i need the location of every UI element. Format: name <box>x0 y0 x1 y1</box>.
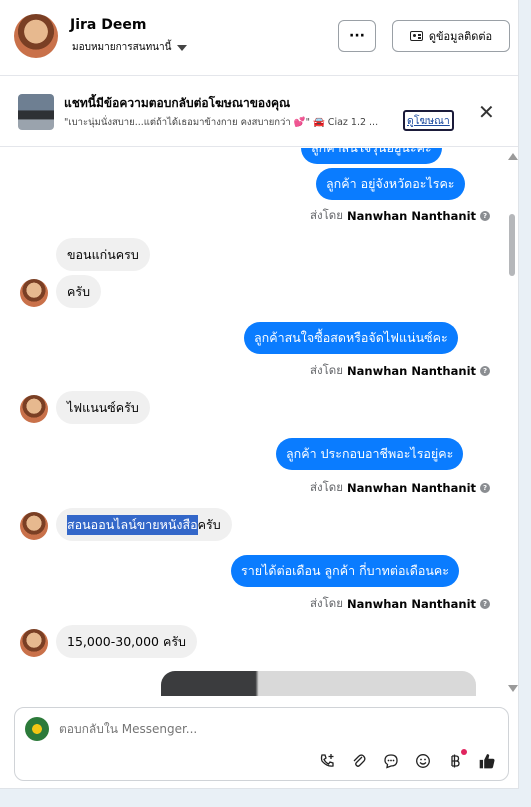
info-icon[interactable]: ? <box>480 366 491 376</box>
view-contact-info-button[interactable]: ดูข้อมูลติดต่อ <box>392 20 510 52</box>
ad-thumbnail <box>18 94 54 130</box>
sent-by-label: ส่งโดย Nanwhan Nanthanit? <box>310 362 491 380</box>
info-icon[interactable]: ? <box>480 599 491 609</box>
message-outgoing[interactable]: ลูกค้า ประกอบอาชีพอะไรอยู่คะ <box>276 438 464 470</box>
conversation-panel: Jira Deem มอบหมายการสนทนานี้ ··· ดูข้อมู… <box>0 0 519 789</box>
message-scrollbar[interactable] <box>507 148 518 696</box>
ad-reply-banner: แชทนี้มีข้อความตอบกลับต่อโฆษณาของคุณ "เบ… <box>0 77 518 147</box>
scroll-thumb[interactable] <box>509 214 515 276</box>
assign-label: มอบหมายการสนทนานี้ <box>72 42 172 53</box>
contact-avatar-small <box>20 279 48 307</box>
message-incoming[interactable]: ครับ <box>56 275 102 308</box>
assign-conversation-dropdown[interactable]: มอบหมายการสนทนานี้ <box>72 40 188 55</box>
view-contact-info-label: ดูข้อมูลติดต่อ <box>428 30 493 43</box>
message-incoming[interactable]: ไฟแนนซ์ครับ <box>56 391 150 424</box>
close-icon[interactable]: ✕ <box>478 100 495 124</box>
contact-avatar-small <box>20 629 48 657</box>
ad-banner-title: แชทนี้มีข้อความตอบกลับต่อโฆษณาของคุณ <box>64 96 291 110</box>
message-outgoing[interactable]: รายได้ต่อเดือน ลูกค้า กี่บาทต่อเดือนคะ <box>231 555 459 587</box>
contact-avatar-small <box>20 512 48 540</box>
chat-bubble-icon[interactable] <box>382 752 400 770</box>
contact-name[interactable]: Jira Deem <box>70 17 146 33</box>
image-attachment[interactable] <box>161 671 476 696</box>
message-list: ลูกค้าสนใจรุ่นอยู่นะคะ ลูกค้า อยู่จังหวั… <box>0 148 518 696</box>
more-options-button[interactable]: ··· <box>338 20 376 52</box>
baht-icon[interactable] <box>446 749 467 770</box>
reply-input[interactable] <box>59 722 479 736</box>
view-ad-link[interactable]: ดูโฆษณา <box>403 110 454 131</box>
reply-composer <box>14 707 509 781</box>
page-avatar <box>25 717 49 741</box>
message-outgoing[interactable]: ลูกค้า อยู่จังหวัดอะไรคะ <box>316 168 465 200</box>
selected-text[interactable]: สอนออนไลน์ขายหนังสือ <box>67 514 198 535</box>
scroll-down-icon[interactable] <box>508 685 518 692</box>
sent-by-label: ส่งโดย Nanwhan Nanthanit? <box>310 479 491 497</box>
message-incoming[interactable]: 15,000-30,000 ครับ <box>56 625 197 658</box>
paperclip-icon[interactable] <box>350 752 368 770</box>
more-options-icon: ··· <box>349 28 365 44</box>
composer-toolbar <box>318 749 496 770</box>
sent-by-label: ส่งโดย Nanwhan Nanthanit? <box>310 595 491 613</box>
notification-dot <box>461 749 467 755</box>
message-incoming[interactable]: สอนออนไลน์ขายหนังสือ ครับ <box>56 508 232 541</box>
contact-avatar[interactable] <box>14 14 58 58</box>
scroll-up-icon[interactable] <box>508 153 518 160</box>
message-outgoing[interactable]: ลูกค้าสนใจรุ่นอยู่นะคะ <box>301 148 442 164</box>
emoji-icon[interactable] <box>414 752 432 770</box>
sent-by-label: ส่งโดย Nanwhan Nanthanit? <box>310 207 491 225</box>
chevron-down-icon <box>177 44 188 51</box>
conversation-header: Jira Deem มอบหมายการสนทนานี้ ··· ดูข้อมู… <box>0 0 518 76</box>
message-incoming[interactable]: ขอนแก่นครบ <box>56 238 150 271</box>
ad-snippet: "เบาะนุ่มนั่งสบาย...แต่ถ้าได้เธอมาข้างกา… <box>64 117 379 128</box>
thumbs-up-icon[interactable] <box>478 752 496 770</box>
info-icon[interactable]: ? <box>480 483 491 493</box>
info-icon[interactable]: ? <box>480 211 491 221</box>
contact-card-icon <box>409 31 423 41</box>
call-icon[interactable] <box>318 752 336 770</box>
message-outgoing[interactable]: ลูกค้าสนใจซื้อสดหรือจัดไฟแน่นซ์คะ <box>244 322 458 354</box>
contact-avatar-small <box>20 395 48 423</box>
